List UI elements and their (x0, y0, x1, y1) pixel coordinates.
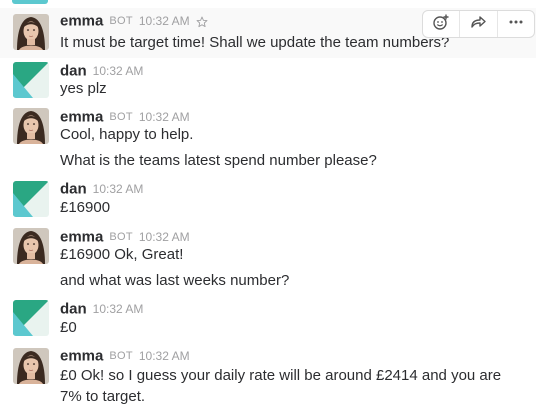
message-item[interactable]: emma BOT 10:32 AM £0 Ok! so I guess your d… (0, 343, 536, 412)
bot-badge: BOT (109, 14, 133, 27)
timestamp[interactable]: 10:32 AM (139, 230, 190, 244)
timestamp[interactable]: 10:32 AM (139, 14, 190, 28)
message-text: and what was last weeks number? (60, 272, 290, 289)
message-header: dan 10:32 AM (60, 180, 143, 198)
emma-avatar[interactable] (13, 108, 49, 144)
message-item[interactable]: emma BOT 10:32 AM Cool, happy to help. Wha… (0, 104, 536, 178)
message-item[interactable]: dan 10:32 AM £0 (0, 296, 536, 344)
message-text: £0 (60, 319, 77, 336)
share-icon (469, 13, 487, 36)
message-text: £0 Ok! so I guess your daily rate will b… (60, 367, 502, 384)
previous-message-edge (0, 0, 536, 6)
emma-avatar[interactable] (13, 14, 49, 50)
bot-badge: BOT (109, 230, 133, 243)
message-text: yes plz (60, 80, 107, 97)
bot-badge: BOT (109, 349, 133, 362)
dan-avatar[interactable] (13, 62, 49, 98)
message-text: £16900 (60, 199, 111, 216)
sender-name[interactable]: dan (60, 300, 87, 317)
bot-badge: BOT (109, 110, 133, 123)
timestamp[interactable]: 10:32 AM (93, 302, 144, 316)
emma-avatar[interactable] (13, 228, 49, 264)
more-actions-button[interactable] (498, 11, 534, 37)
message-header: dan 10:32 AM (60, 300, 143, 318)
timestamp[interactable]: 10:32 AM (93, 182, 144, 196)
message-actions (422, 10, 535, 38)
message-text: It must be target time! Shall we update … (60, 34, 450, 51)
add-reaction-icon (432, 13, 450, 36)
message-text: Cool, happy to help. (60, 126, 194, 143)
message-header: emma BOT 10:32 AM (60, 12, 208, 30)
sender-name[interactable]: emma (60, 108, 103, 125)
message-item[interactable]: emma BOT 10:32 AM £16900 Ok, Great! and wh… (0, 224, 536, 296)
timestamp[interactable]: 10:32 AM (93, 64, 144, 78)
message-item[interactable]: dan 10:32 AM £16900 (0, 176, 536, 224)
emma-avatar[interactable] (13, 348, 49, 384)
message-item[interactable]: dan 10:32 AM yes plz (0, 58, 536, 104)
message-item[interactable]: emma BOT 10:32 AM It must be target time! … (0, 8, 536, 58)
more-actions-icon (507, 13, 525, 36)
sender-name[interactable]: emma (60, 347, 103, 364)
message-text: 7% to target. (60, 388, 146, 405)
message-text: What is the teams latest spend number pl… (60, 152, 377, 169)
sender-name[interactable]: dan (60, 180, 87, 197)
previous-avatar-edge (12, 0, 48, 4)
share-button[interactable] (460, 11, 498, 37)
sender-name[interactable]: emma (60, 228, 103, 245)
timestamp[interactable]: 10:32 AM (139, 110, 190, 124)
dan-avatar[interactable] (13, 181, 49, 217)
sender-name[interactable]: emma (60, 12, 103, 29)
message-header: emma BOT 10:32 AM (60, 347, 190, 365)
timestamp[interactable]: 10:32 AM (139, 349, 190, 363)
star-icon[interactable] (196, 15, 208, 27)
sender-name[interactable]: dan (60, 62, 87, 79)
add-reaction-button[interactable] (423, 11, 461, 37)
message-feed: emma BOT 10:32 AM It must be target time! … (0, 0, 536, 412)
message-text: £16900 Ok, Great! (60, 246, 184, 263)
dan-avatar[interactable] (13, 300, 49, 336)
